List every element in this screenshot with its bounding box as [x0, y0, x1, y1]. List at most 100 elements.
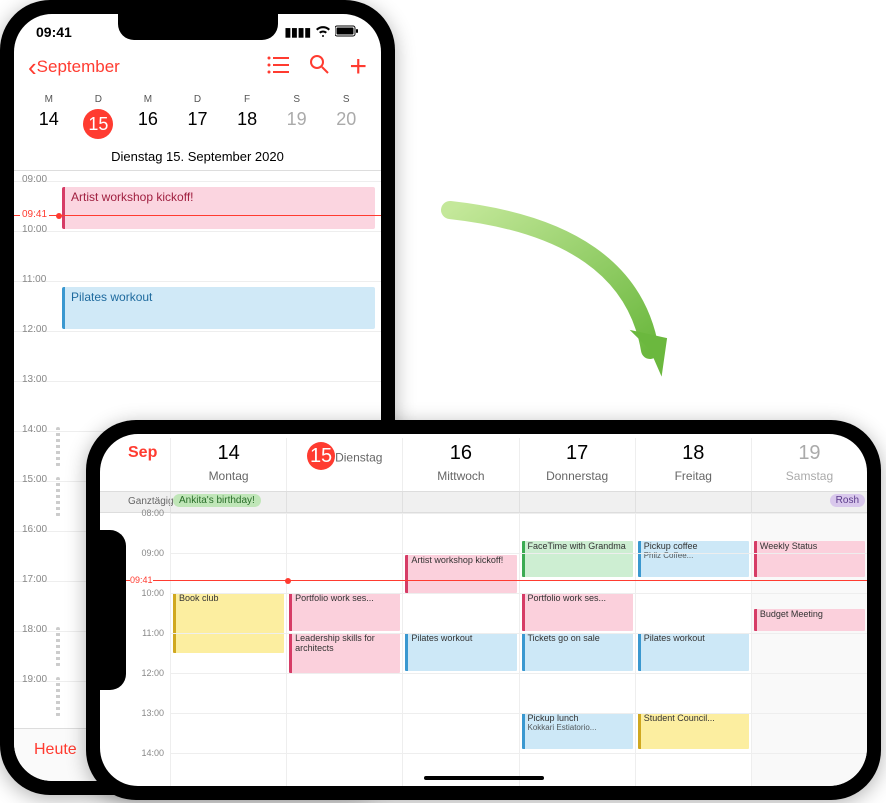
calendar-event[interactable]: Pickup coffeePhilz Coffee...: [638, 541, 749, 577]
calendar-event[interactable]: Pilates workout: [405, 633, 516, 671]
week-grid[interactable]: 08:0009:0010:0011:0012:0013:0014:00 Book…: [100, 513, 867, 786]
hour-label: 09:00: [141, 548, 164, 558]
event-edge-indicator: [56, 427, 60, 467]
allday-cell[interactable]: [519, 492, 635, 512]
allday-row: Ganztägig Ankita's birthday! Rosh: [100, 492, 867, 513]
weekday-label: S: [272, 94, 322, 105]
grid-line: [170, 513, 867, 514]
calendar-event[interactable]: Pilates workout: [62, 287, 375, 329]
now-indicator: 09:41: [14, 215, 381, 216]
grid-line: [170, 593, 867, 594]
wifi-icon: [315, 25, 331, 40]
hour-label: 12:00: [141, 668, 164, 678]
weekday-label: F: [222, 94, 272, 105]
grid-line: [170, 753, 867, 754]
grid-line: [170, 713, 867, 714]
calendar-event[interactable]: Leadership skills for architects: [289, 633, 400, 673]
date-row: 14 15 16 17 18 19 20: [14, 105, 381, 139]
date-cell[interactable]: 18: [222, 109, 272, 139]
date-cell[interactable]: 20: [321, 109, 371, 139]
hour-label: 16:00: [22, 524, 47, 535]
hour-label: 10:00: [22, 224, 47, 235]
calendar-event[interactable]: Student Council...: [638, 713, 749, 749]
date-cell[interactable]: 14: [24, 109, 74, 139]
week-header: Sep 14Montag 15Dienstag 16Mittwoch 17Don…: [100, 434, 867, 492]
hour-label: 13:00: [141, 708, 164, 718]
hour-label: 18:00: [22, 624, 47, 635]
notch: [100, 530, 126, 690]
allday-event[interactable]: Rosh: [830, 494, 865, 507]
calendar-event[interactable]: Artist workshop kickoff!: [62, 187, 375, 229]
day-column-header[interactable]: 14Montag: [170, 438, 286, 491]
hour-label: 19:00: [22, 674, 47, 685]
weekday-label: D: [173, 94, 223, 105]
date-cell-selected[interactable]: 15: [74, 109, 124, 139]
allday-cell[interactable]: [402, 492, 518, 512]
calendar-event[interactable]: Tickets go on sale: [522, 633, 633, 671]
back-label: September: [37, 57, 120, 77]
status-icons: ▮▮▮▮: [285, 25, 359, 40]
date-title: Dienstag 15. September 2020: [14, 139, 381, 171]
list-icon[interactable]: [267, 54, 289, 80]
calendar-event[interactable]: Pilates workout: [638, 633, 749, 671]
now-dot: [285, 578, 291, 584]
allday-event[interactable]: Ankita's birthday!: [173, 494, 261, 507]
home-indicator[interactable]: [424, 776, 544, 780]
rotation-arrow: [410, 200, 690, 400]
hour-row: 10:00: [14, 231, 381, 232]
hour-label: 17:00: [22, 574, 47, 585]
calendar-event[interactable]: Artist workshop kickoff!: [405, 555, 516, 593]
now-label: 09:41: [130, 575, 153, 585]
weekday-header: M D M D F S S: [14, 94, 381, 105]
notch: [118, 14, 278, 40]
calendar-event[interactable]: Portfolio work ses...: [289, 593, 400, 631]
hour-label: 08:00: [141, 508, 164, 518]
hour-row: 11:00: [14, 281, 381, 282]
calendar-event[interactable]: Pickup lunchKokkari Estiatorio...: [522, 713, 633, 749]
date-cell[interactable]: 17: [173, 109, 223, 139]
allday-cell[interactable]: Rosh: [751, 492, 867, 512]
calendar-event[interactable]: Budget Meeting: [754, 609, 865, 631]
allday-cell[interactable]: Ankita's birthday!: [170, 492, 286, 512]
day-column-header[interactable]: 17Donnerstag: [519, 438, 635, 491]
hour-row: 12:00: [14, 331, 381, 332]
calendar-event[interactable]: Portfolio work ses...: [522, 593, 633, 631]
hour-label: 15:00: [22, 474, 47, 485]
hour-label: 13:00: [22, 374, 47, 385]
allday-cell[interactable]: [286, 492, 402, 512]
back-button[interactable]: ‹ September: [28, 52, 120, 83]
event-edge-indicator: [56, 477, 60, 517]
add-icon[interactable]: +: [349, 50, 367, 84]
date-cell[interactable]: 19: [272, 109, 322, 139]
navbar: ‹ September +: [14, 40, 381, 94]
screen-landscape: Sep 14Montag 15Dienstag 16Mittwoch 17Don…: [100, 434, 867, 786]
grid-line: [170, 633, 867, 634]
date-cell[interactable]: 16: [123, 109, 173, 139]
calendar-event[interactable]: Weekly Status: [754, 541, 865, 577]
status-time: 09:41: [36, 24, 72, 40]
calendar-event[interactable]: FaceTime with Grandma: [522, 541, 633, 577]
event-edge-indicator: [56, 677, 60, 717]
day-column-header-selected[interactable]: 15Dienstag: [286, 438, 402, 491]
signal-icon: ▮▮▮▮: [285, 25, 311, 39]
weekday-label: M: [123, 94, 173, 105]
hour-row: 09:00: [14, 181, 381, 182]
chevron-left-icon: ‹: [28, 52, 37, 83]
now-indicator: 09:41: [100, 580, 867, 581]
calendar-event[interactable]: Book club: [173, 593, 284, 653]
month-label[interactable]: Sep: [100, 438, 170, 491]
hour-label: 14:00: [141, 748, 164, 758]
grid-line: [170, 673, 867, 674]
grid-line: [170, 553, 867, 554]
hour-label: 12:00: [22, 324, 47, 335]
hour-label: 09:00: [22, 174, 47, 185]
today-button[interactable]: Heute: [34, 741, 77, 759]
day-column-header[interactable]: 18Freitag: [635, 438, 751, 491]
battery-icon: [335, 25, 359, 40]
phone-landscape: Sep 14Montag 15Dienstag 16Mittwoch 17Don…: [86, 420, 881, 800]
search-icon[interactable]: [309, 54, 329, 80]
day-column-header[interactable]: 16Mittwoch: [402, 438, 518, 491]
day-column-header[interactable]: 19Samstag: [751, 438, 867, 491]
hour-label: 10:00: [141, 588, 164, 598]
allday-cell[interactable]: [635, 492, 751, 512]
